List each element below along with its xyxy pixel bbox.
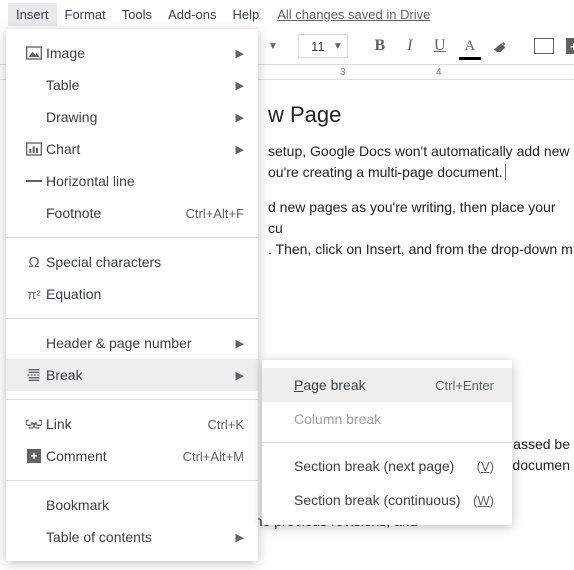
- submenu-section-break-continuous[interactable]: Section break (continuous) (W): [262, 483, 512, 517]
- text-cursor: [505, 164, 506, 180]
- menu-divider: [262, 442, 512, 443]
- insert-image-button[interactable]: [532, 34, 556, 58]
- heading: w Page: [268, 98, 574, 131]
- bold-button[interactable]: B: [368, 34, 392, 58]
- underline-button[interactable]: U: [428, 34, 452, 58]
- menu-bar: Insert Format Tools Add-ons Help All cha…: [0, 0, 574, 28]
- menu-item-special-chars[interactable]: Ω Special characters: [6, 246, 258, 278]
- chevron-right-icon: ▶: [236, 143, 244, 156]
- menu-item-drawing[interactable]: Drawing ▶: [6, 101, 258, 133]
- highlight-button[interactable]: [488, 34, 512, 58]
- chevron-right-icon: ▶: [236, 531, 244, 544]
- menu-format[interactable]: Format: [57, 3, 114, 26]
- pi-icon: π²: [22, 287, 46, 302]
- chart-icon: [22, 142, 46, 156]
- break-icon: [22, 367, 46, 383]
- menu-item-bookmark[interactable]: Bookmark: [6, 489, 258, 521]
- menu-item-chart[interactable]: Chart ▶: [6, 133, 258, 165]
- menu-item-comment[interactable]: + Comment Ctrl+Alt+M: [6, 440, 258, 472]
- menu-item-horizontal-line[interactable]: Horizontal line: [6, 165, 258, 197]
- link-icon: [22, 419, 46, 429]
- submenu-page-break[interactable]: Page break Ctrl+Enter: [262, 368, 512, 402]
- add-button[interactable]: +: [562, 34, 574, 58]
- font-size-value: 11: [303, 39, 333, 54]
- horizontal-line-icon: [22, 179, 46, 183]
- menu-help[interactable]: Help: [224, 3, 267, 26]
- paragraph: d new pages as you're writing, then plac…: [268, 197, 574, 260]
- image-icon: [22, 46, 46, 60]
- dropdown-caret-icon[interactable]: ▼: [268, 41, 278, 52]
- menu-item-image[interactable]: Image ▶: [6, 37, 258, 69]
- italic-button[interactable]: I: [398, 34, 422, 58]
- chevron-right-icon: ▶: [236, 79, 244, 92]
- menu-item-equation[interactable]: π² Equation: [6, 278, 258, 310]
- chevron-right-icon: ▶: [236, 337, 244, 350]
- menu-item-table[interactable]: Table ▶: [6, 69, 258, 101]
- save-status-link[interactable]: All changes saved in Drive: [277, 7, 430, 22]
- ruler-tick: 3: [340, 67, 346, 78]
- chevron-right-icon: ▶: [236, 369, 244, 382]
- font-size-stepper[interactable]: 11 ▼: [298, 34, 348, 58]
- submenu-section-break-next[interactable]: Section break (next page) (V): [262, 449, 512, 483]
- menu-item-footnote[interactable]: Footnote Ctrl+Alt+F: [6, 197, 258, 229]
- menu-divider: [6, 399, 258, 400]
- chevron-down-icon: ▼: [333, 41, 343, 52]
- submenu-column-break: Column break: [262, 402, 512, 436]
- text-color-button[interactable]: A: [458, 34, 482, 58]
- menu-divider: [6, 318, 258, 319]
- menu-divider: [6, 237, 258, 238]
- chevron-right-icon: ▶: [236, 47, 244, 60]
- insert-menu: Image ▶ Table ▶ Drawing ▶ Chart ▶ Horizo…: [6, 29, 258, 561]
- break-submenu: Page break Ctrl+Enter Column break Secti…: [262, 360, 512, 525]
- menu-item-toc[interactable]: Table of contents ▶: [6, 521, 258, 553]
- ruler-tick: 4: [436, 67, 442, 78]
- chevron-right-icon: ▶: [236, 111, 244, 124]
- menu-item-link[interactable]: Link Ctrl+K: [6, 408, 258, 440]
- comment-plus-icon: +: [22, 449, 46, 463]
- menu-tools[interactable]: Tools: [114, 3, 160, 26]
- paragraph: setup, Google Docs won't automatically a…: [268, 141, 574, 183]
- menu-addons[interactable]: Add-ons: [160, 3, 224, 26]
- omega-icon: Ω: [22, 254, 46, 271]
- menu-item-break[interactable]: Break ▶: [6, 359, 258, 391]
- menu-divider: [6, 480, 258, 481]
- menu-insert[interactable]: Insert: [8, 3, 57, 26]
- menu-item-header-page-number[interactable]: Header & page number ▶: [6, 327, 258, 359]
